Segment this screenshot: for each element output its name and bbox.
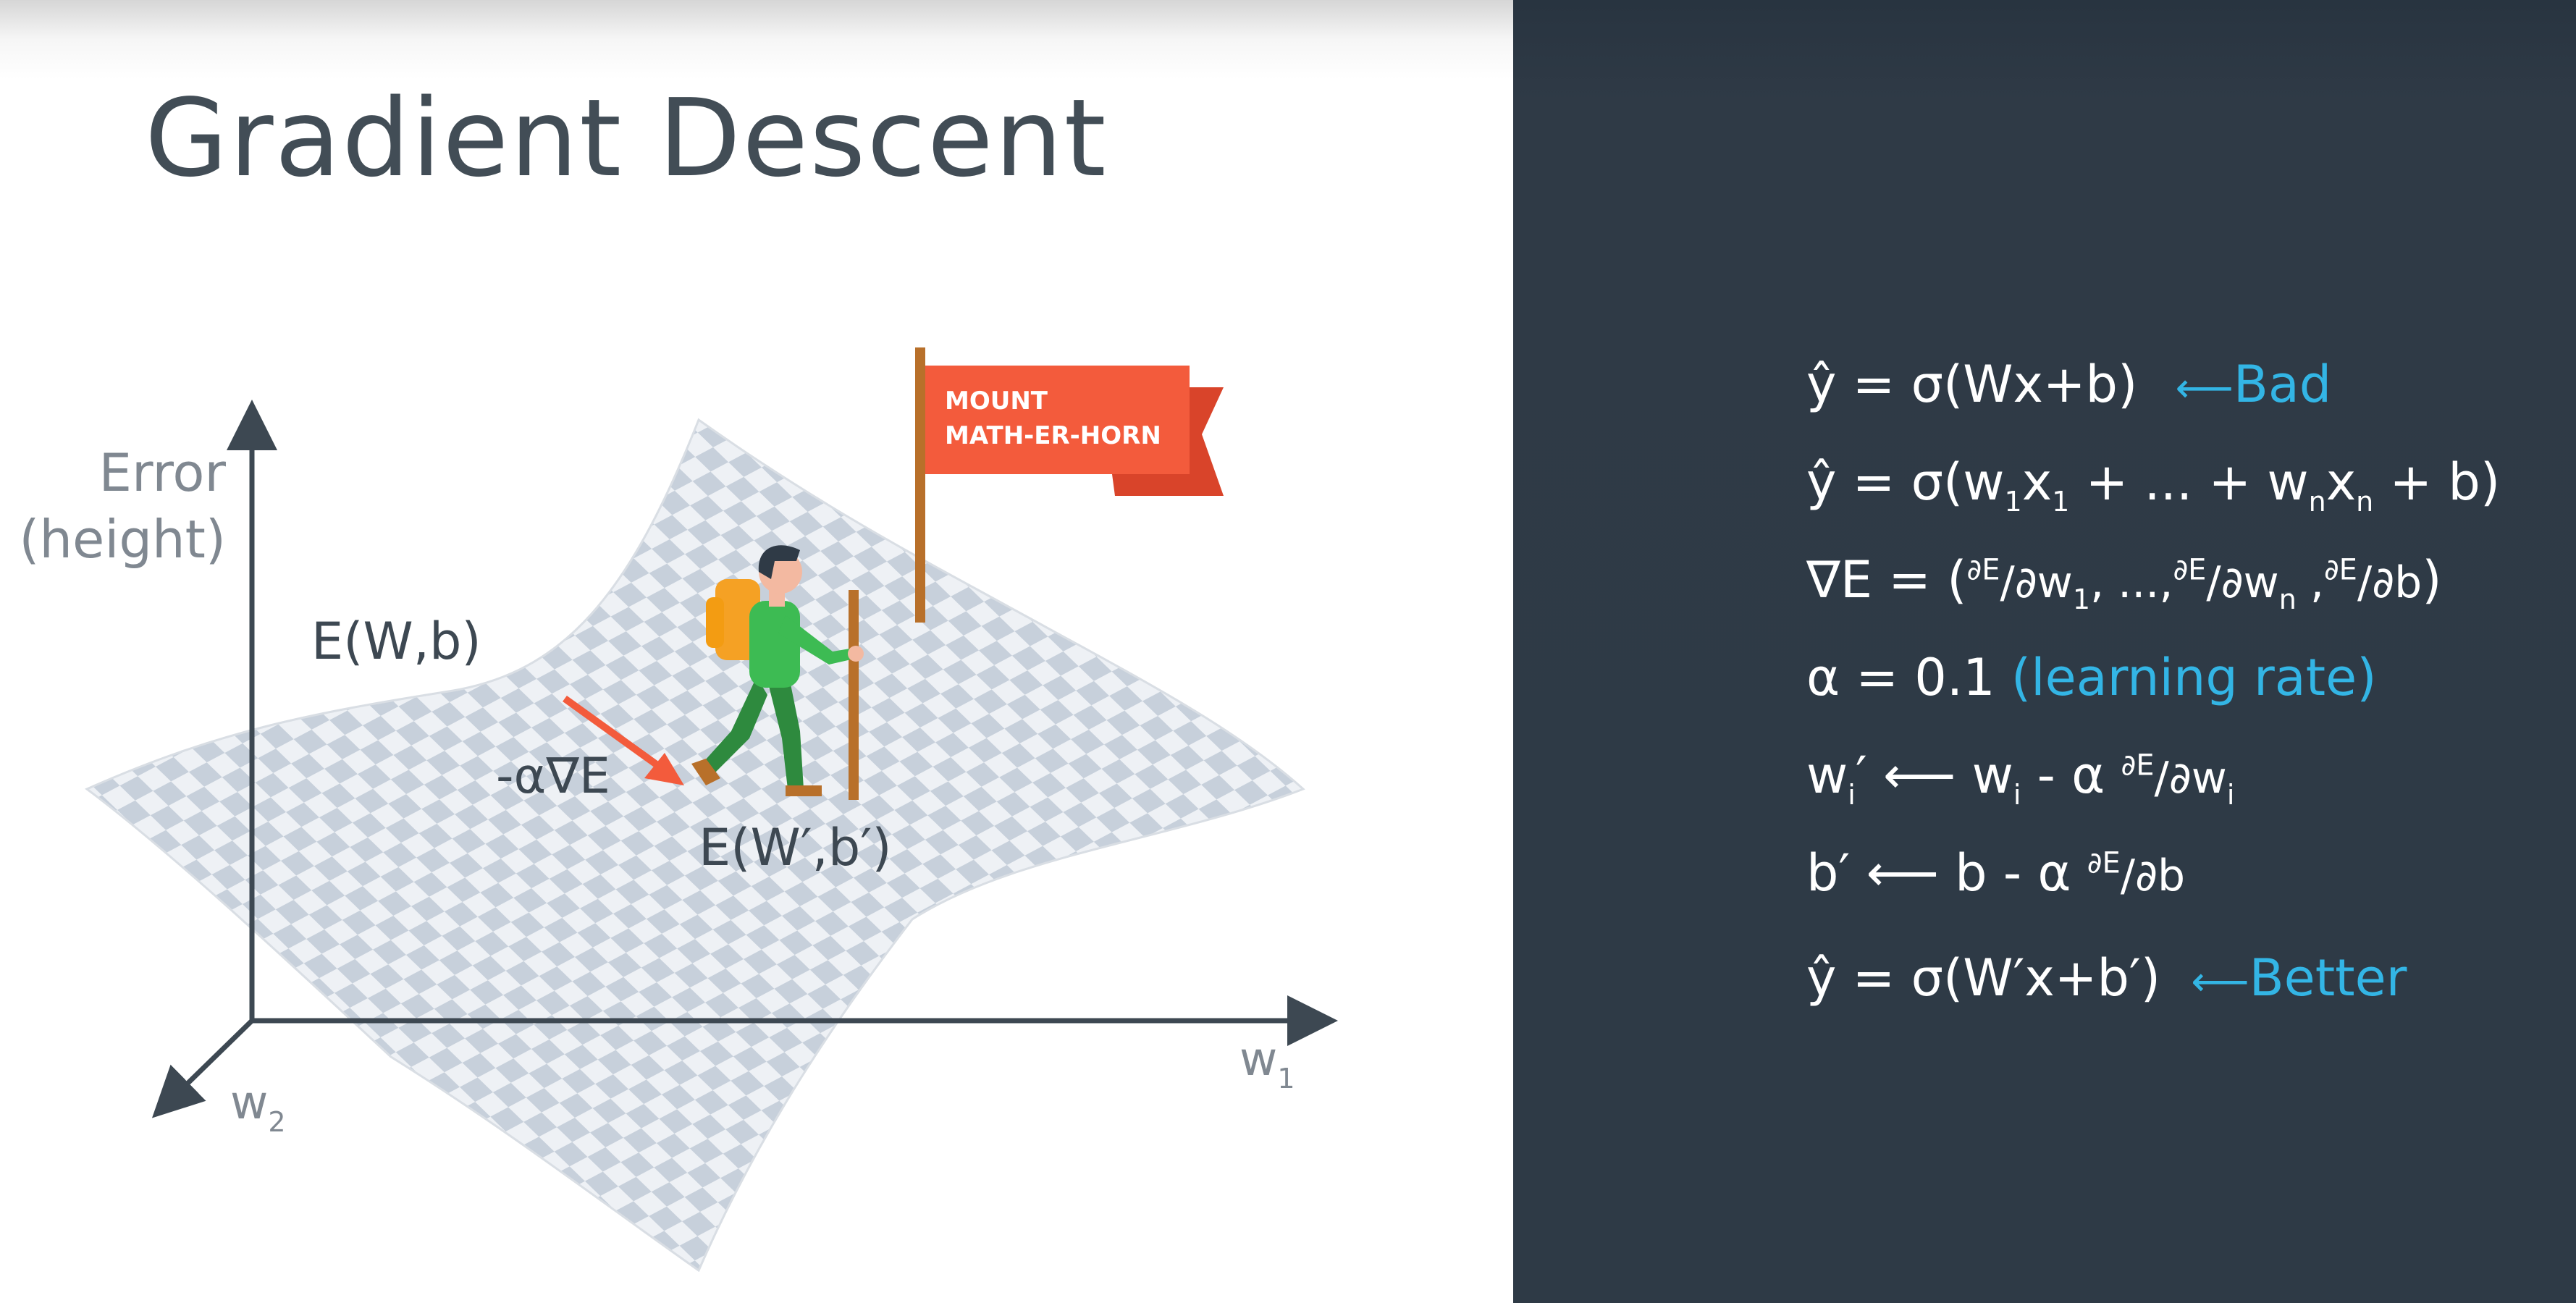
- eq5-sub: i: [2013, 779, 2021, 811]
- z-axis-label-letter: w: [230, 1076, 268, 1130]
- eq3-sub: 1: [2072, 583, 2090, 615]
- eq5-part: w: [1806, 746, 1848, 805]
- equation-weight-update: wi′ ⟵ wi - α ∂E/∂wi: [1806, 746, 2234, 811]
- error-surface: [85, 418, 1305, 1273]
- x-axis-label-letter: w: [1239, 1033, 1277, 1087]
- eq2-part: + b): [2373, 452, 2501, 512]
- x-axis-label: w1: [1239, 1033, 1295, 1095]
- equation-better: ŷ = σ(W′x+b′) ⟵Better: [1806, 948, 2407, 1008]
- eq5-denominator: /∂w: [2154, 753, 2227, 804]
- eq6-denominator: /∂b: [2120, 851, 2186, 901]
- eq3-denominator: /∂b: [2357, 557, 2423, 608]
- eq2-part: ŷ = σ(w: [1806, 452, 2005, 512]
- eq4-note: (learning rate): [2011, 648, 2377, 707]
- eq5-sub: i: [1848, 779, 1856, 811]
- walking-stick: [849, 590, 859, 800]
- z-axis-label: w2: [230, 1076, 286, 1138]
- eq2-sub: n: [2356, 486, 2374, 518]
- x-axis-label-sub: 1: [1277, 1063, 1295, 1095]
- eq1-arrow-icon: ⟵: [2175, 365, 2234, 412]
- hiker-torso: [749, 601, 800, 688]
- step-label: -α∇E: [496, 748, 610, 805]
- eq1-text: ŷ = σ(Wx+b): [1806, 355, 2138, 414]
- shoe-front: [786, 785, 822, 796]
- new-point-label: E(W′,b′): [699, 818, 892, 877]
- eq7-arrow-icon: ⟵: [2191, 958, 2249, 1005]
- eq3-numerator: ∂E: [2323, 553, 2357, 587]
- eq7-note: Better: [2249, 948, 2407, 1008]
- eq4-part: α = 0.1: [1806, 648, 2011, 707]
- flag-pole: [915, 347, 925, 623]
- y-axis-label-line2: (height): [19, 509, 226, 570]
- eq2-part: x: [2325, 452, 2357, 512]
- eq2-sub: 1: [2004, 486, 2022, 518]
- flag-line2: MATH-ER-HORN: [945, 421, 1161, 450]
- gradient-descent-diagram: Error (height) w1 w2 E(W,b) -α∇E E(W′,b′…: [19, 347, 1338, 1273]
- eq5-sub: i: [2226, 779, 2235, 811]
- eq6-numerator: ∂E: [2087, 846, 2121, 880]
- equation-bad: ŷ = σ(Wx+b) ⟵Bad: [1806, 355, 2331, 414]
- eq3-denominator: /∂w: [2206, 557, 2279, 608]
- eq3-part: ∇E = (: [1806, 550, 1967, 610]
- z-axis-label-sub: 2: [268, 1106, 285, 1138]
- eq3-denominator: /∂w: [2000, 557, 2073, 608]
- eq2-part: + ... + w: [2069, 452, 2309, 512]
- eq5-part: ′ ⟵ w: [1855, 746, 2013, 805]
- equation-gradient: ∇E = (∂E/∂w1, ...,∂E/∂wn ,∂E/∂b): [1806, 550, 2442, 615]
- eq3-part: ): [2422, 550, 2442, 610]
- flag-line1: MOUNT: [945, 387, 1048, 416]
- eq2-sub: 1: [2052, 486, 2070, 518]
- eq3-part: ,: [2296, 557, 2324, 608]
- eq7-text: ŷ = σ(W′x+b′): [1806, 948, 2161, 1008]
- equation-expanded: ŷ = σ(w1x1 + ... + wnxn + b): [1806, 452, 2500, 518]
- eq5-part: - α: [2021, 746, 2121, 805]
- eq2-sub: n: [2308, 486, 2326, 518]
- eq1-note: Bad: [2233, 355, 2332, 414]
- eq5-numerator: ∂E: [2121, 749, 2155, 783]
- eq3-numerator: ∂E: [2173, 553, 2207, 587]
- eq3-part: , ...,: [2090, 557, 2173, 608]
- y-axis-label-line1: Error: [99, 442, 227, 503]
- surface-label: E(W,b): [311, 612, 481, 671]
- flag-banner: [925, 366, 1190, 474]
- eq6-part: b′ ⟵ b - α: [1806, 843, 2087, 903]
- equation-bias-update: b′ ⟵ b - α ∂E/∂b: [1806, 843, 2185, 903]
- eq3-numerator: ∂E: [1966, 553, 2000, 587]
- eq3-sub: n: [2278, 583, 2297, 615]
- eq2-part: x: [2021, 452, 2053, 512]
- equation-learning-rate: α = 0.1 (learning rate): [1806, 648, 2377, 707]
